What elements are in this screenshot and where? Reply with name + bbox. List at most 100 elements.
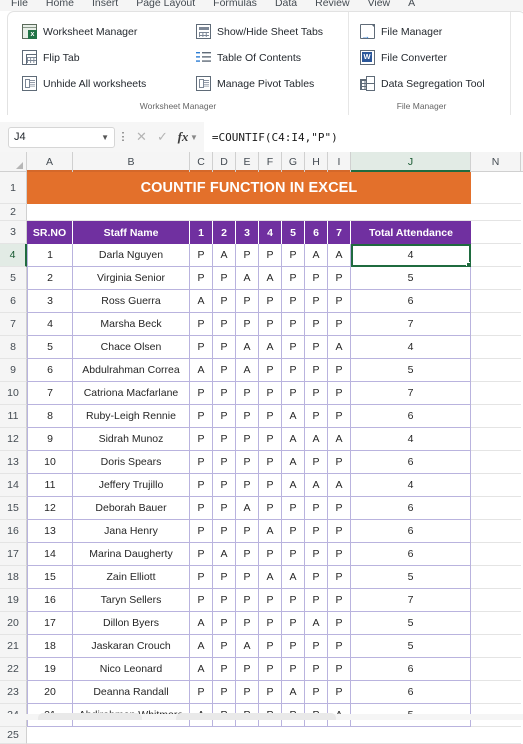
- cell-day-4[interactable]: P: [259, 589, 282, 612]
- row-header-12[interactable]: 12: [0, 428, 27, 451]
- cell-srno[interactable]: 2: [27, 267, 73, 290]
- ribbon-item-unhide-all-worksheets[interactable]: Unhide All worksheets: [19, 71, 193, 96]
- table-header-srno[interactable]: SR.NO: [27, 221, 73, 244]
- empty-cell[interactable]: [328, 204, 351, 221]
- column-header-F[interactable]: F: [259, 152, 282, 172]
- empty-cell[interactable]: [213, 204, 236, 221]
- cell-day-2[interactable]: P: [213, 497, 236, 520]
- cell-day-4[interactable]: A: [259, 566, 282, 589]
- empty-cell[interactable]: [305, 727, 328, 744]
- table-header-day-5[interactable]: 5: [282, 221, 305, 244]
- row-header-11[interactable]: 11: [0, 405, 27, 428]
- cell-day-4[interactable]: P: [259, 428, 282, 451]
- ribbon-tab-home[interactable]: Home: [37, 0, 83, 9]
- empty-cell[interactable]: [471, 359, 521, 382]
- cell-day-3[interactable]: P: [236, 313, 259, 336]
- cell-day-1[interactable]: P: [190, 566, 213, 589]
- cell-srno[interactable]: 13: [27, 520, 73, 543]
- cell-total-attendance[interactable]: 5: [351, 635, 471, 658]
- cell-staff-name[interactable]: Catriona Macfarlane: [73, 382, 190, 405]
- cell-total-attendance[interactable]: 6: [351, 543, 471, 566]
- cell-day-3[interactable]: P: [236, 474, 259, 497]
- cell-day-1[interactable]: P: [190, 267, 213, 290]
- empty-cell[interactable]: [73, 204, 190, 221]
- row-header-22[interactable]: 22: [0, 658, 27, 681]
- ribbon-tab-page-layout[interactable]: Page Layout: [127, 0, 204, 9]
- cell-day-7[interactable]: P: [328, 290, 351, 313]
- cell-day-7[interactable]: P: [328, 589, 351, 612]
- cell-day-7[interactable]: P: [328, 382, 351, 405]
- cell-srno[interactable]: 10: [27, 451, 73, 474]
- cell-day-7[interactable]: P: [328, 451, 351, 474]
- cell-day-6[interactable]: P: [305, 313, 328, 336]
- cell-day-4[interactable]: A: [259, 267, 282, 290]
- cell-day-3[interactable]: A: [236, 359, 259, 382]
- cell-staff-name[interactable]: Sidrah Munoz: [73, 428, 190, 451]
- cell-srno[interactable]: 18: [27, 635, 73, 658]
- cell-day-5[interactable]: A: [282, 428, 305, 451]
- empty-cell[interactable]: [471, 681, 521, 704]
- ribbon-item-worksheet-manager[interactable]: Worksheet Manager: [19, 19, 193, 44]
- cell-day-7[interactable]: P: [328, 313, 351, 336]
- table-header-day-3[interactable]: 3: [236, 221, 259, 244]
- cell-day-3[interactable]: P: [236, 405, 259, 428]
- cell-day-7[interactable]: P: [328, 566, 351, 589]
- table-header-day-4[interactable]: 4: [259, 221, 282, 244]
- cell-staff-name[interactable]: Doris Spears: [73, 451, 190, 474]
- cell-staff-name[interactable]: Jana Henry: [73, 520, 190, 543]
- empty-cell[interactable]: [471, 290, 521, 313]
- column-header-J[interactable]: J: [351, 152, 471, 172]
- empty-cell[interactable]: [471, 635, 521, 658]
- empty-cell[interactable]: [328, 727, 351, 744]
- cell-day-4[interactable]: P: [259, 497, 282, 520]
- ribbon-item-data-segregation-tool[interactable]: Data Segregation Tool: [357, 71, 507, 96]
- cell-day-4[interactable]: P: [259, 382, 282, 405]
- cell-day-3[interactable]: P: [236, 543, 259, 566]
- empty-cell[interactable]: [471, 451, 521, 474]
- cell-staff-name[interactable]: Jeffery Trujillo: [73, 474, 190, 497]
- cell-day-6[interactable]: P: [305, 520, 328, 543]
- cell-day-6[interactable]: P: [305, 336, 328, 359]
- cell-day-5[interactable]: A: [282, 451, 305, 474]
- cell-day-1[interactable]: P: [190, 244, 213, 267]
- cell-day-4[interactable]: P: [259, 635, 282, 658]
- empty-cell[interactable]: [471, 520, 521, 543]
- cell-total-attendance[interactable]: 7: [351, 382, 471, 405]
- row-header-15[interactable]: 15: [0, 497, 27, 520]
- column-header-N[interactable]: N: [471, 152, 521, 171]
- empty-cell[interactable]: [259, 727, 282, 744]
- cell-day-7[interactable]: P: [328, 497, 351, 520]
- cell-day-7[interactable]: A: [328, 474, 351, 497]
- cell-day-7[interactable]: A: [328, 336, 351, 359]
- column-header-D[interactable]: D: [213, 152, 236, 172]
- empty-cell[interactable]: [471, 221, 521, 244]
- table-header-day-6[interactable]: 6: [305, 221, 328, 244]
- cell-day-1[interactable]: A: [190, 612, 213, 635]
- cell-srno[interactable]: 12: [27, 497, 73, 520]
- cell-day-1[interactable]: P: [190, 405, 213, 428]
- row-header-25[interactable]: 25: [0, 727, 27, 744]
- cell-day-2[interactable]: P: [213, 428, 236, 451]
- empty-cell[interactable]: [471, 497, 521, 520]
- column-header-B[interactable]: B: [73, 152, 190, 172]
- empty-cell[interactable]: [471, 405, 521, 428]
- cell-day-7[interactable]: P: [328, 658, 351, 681]
- cell-day-4[interactable]: P: [259, 612, 282, 635]
- cell-staff-name[interactable]: Abdulrahman Correa: [73, 359, 190, 382]
- cell-day-3[interactable]: P: [236, 658, 259, 681]
- column-header-H[interactable]: H: [305, 152, 328, 172]
- cell-staff-name[interactable]: Chace Olsen: [73, 336, 190, 359]
- cell-day-7[interactable]: P: [328, 267, 351, 290]
- cell-day-2[interactable]: P: [213, 382, 236, 405]
- cell-srno[interactable]: 11: [27, 474, 73, 497]
- row-header-5[interactable]: 5: [0, 267, 27, 290]
- formula-input[interactable]: =COUNTIF(C4:I4,"P"): [203, 122, 523, 152]
- empty-cell[interactable]: [471, 566, 521, 589]
- cell-day-3[interactable]: A: [236, 497, 259, 520]
- empty-cell[interactable]: [471, 727, 521, 744]
- cell-srno[interactable]: 9: [27, 428, 73, 451]
- cell-day-6[interactable]: A: [305, 474, 328, 497]
- row-header-16[interactable]: 16: [0, 520, 27, 543]
- cell-day-5[interactable]: P: [282, 658, 305, 681]
- cell-day-5[interactable]: P: [282, 612, 305, 635]
